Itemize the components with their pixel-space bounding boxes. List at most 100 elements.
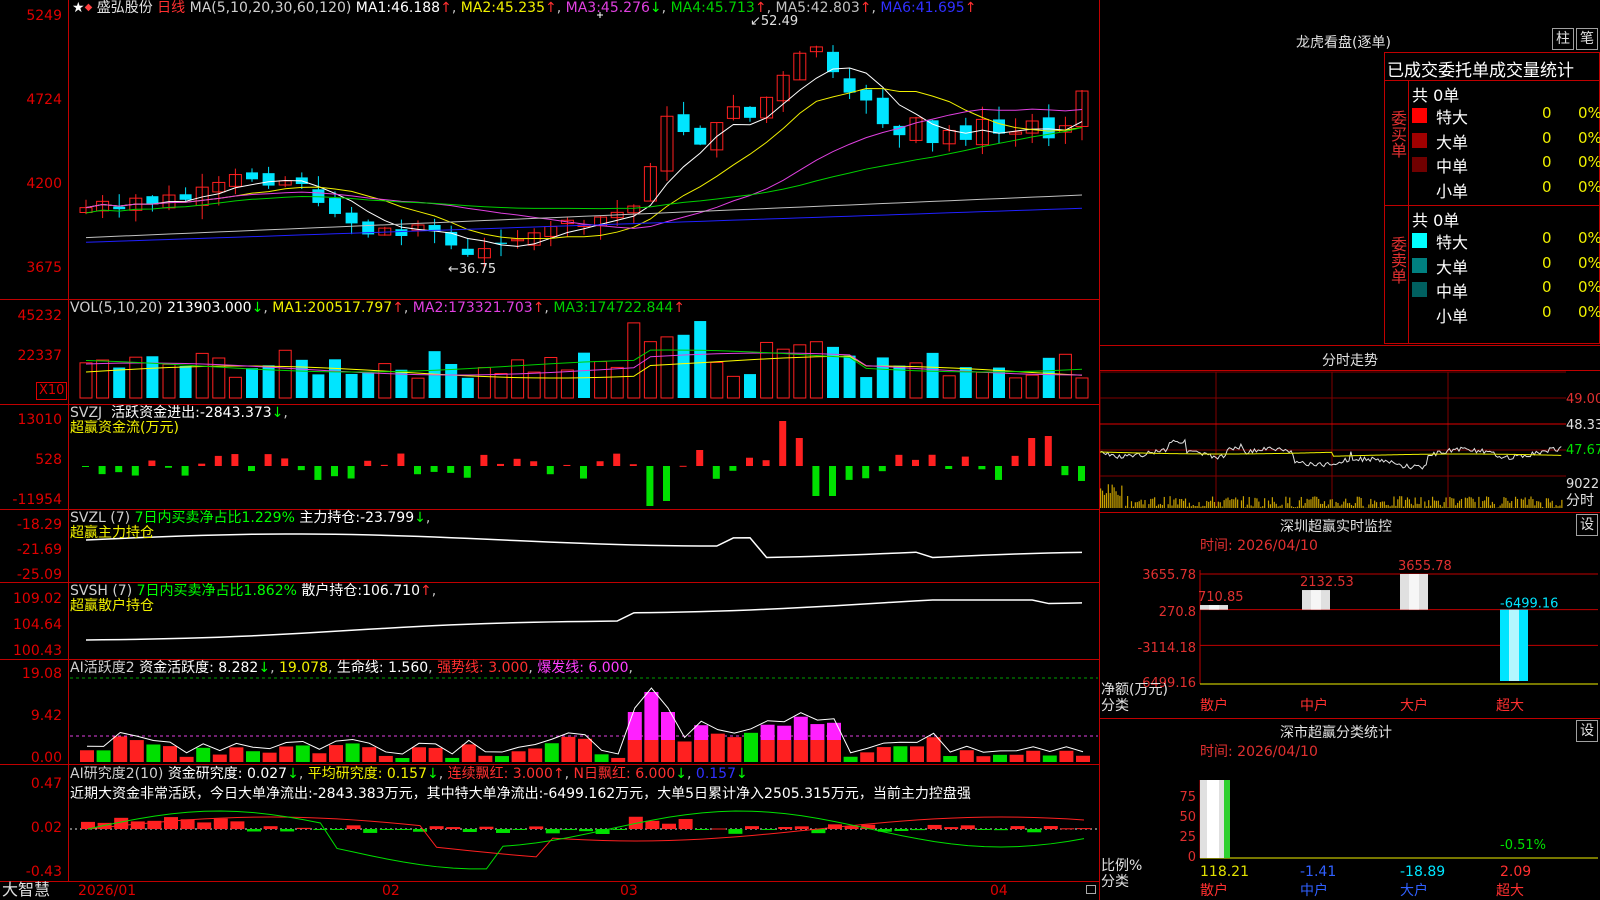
intraday-vol-bar — [1316, 496, 1318, 508]
intraday-vol-bar — [1291, 506, 1293, 508]
order-row-name: 小单 — [1436, 306, 1469, 326]
intraday-vol-bar — [1244, 507, 1246, 508]
intraday-vol-bar — [1370, 498, 1372, 508]
activity-bar-base — [627, 740, 642, 762]
money-flow-bar — [646, 466, 654, 506]
money-flow-bar — [148, 460, 156, 466]
research-bar — [994, 829, 1008, 831]
volume-bar — [578, 352, 590, 398]
money-flow-bar — [928, 454, 936, 466]
bar-value-label: 710.85 — [1198, 590, 1244, 605]
panel-divider — [1099, 0, 1100, 900]
intraday-vol-bar — [1211, 496, 1214, 508]
lock-icon[interactable] — [1086, 885, 1096, 894]
money-flow-bar — [679, 465, 687, 467]
intraday-vol-bar — [1252, 506, 1254, 508]
intraday-vol-bar — [1271, 497, 1273, 508]
research-bar — [927, 824, 942, 829]
activity-bar — [279, 746, 294, 762]
volume-bar — [843, 355, 856, 398]
activity-bar — [727, 737, 742, 762]
activity-bar-base — [694, 740, 709, 762]
vol-unit-badge[interactable]: X10 — [36, 382, 68, 400]
intraday-vol-bar — [1134, 502, 1136, 508]
order-row-pct: 0% — [1578, 104, 1600, 122]
volume-bar — [1058, 353, 1072, 399]
ratio-bar-edge — [1224, 780, 1230, 858]
y-tick: 13010 — [17, 412, 62, 428]
y-tick: 528 — [35, 452, 62, 468]
szcls-ylabel: 比例% — [1101, 858, 1143, 874]
intraday-vol-bar — [1208, 501, 1210, 508]
intraday-vol-bar — [1111, 484, 1113, 508]
intraday-vol-bar — [1482, 501, 1484, 508]
period-label[interactable]: 日线 — [157, 0, 185, 16]
money-flow-bar — [214, 455, 222, 466]
intraday-vol-bar — [1372, 504, 1374, 508]
intraday-vol-bar — [1352, 505, 1355, 508]
activity-bar — [677, 741, 692, 762]
money-flow-bar — [829, 466, 836, 496]
money-flow-bar — [779, 421, 787, 466]
szcls-settings-button[interactable]: 设 — [1576, 720, 1598, 742]
research-bar — [479, 826, 494, 829]
bar-mode-button[interactable]: 柱 — [1552, 28, 1574, 50]
intraday-vol-bar — [1549, 502, 1551, 508]
money-flow-bar — [380, 464, 388, 466]
volume-bar — [710, 361, 724, 399]
intraday-vol-bar — [1198, 502, 1200, 508]
stock-name[interactable]: 盛弘股份 — [97, 0, 153, 16]
activity-bar-base — [793, 740, 808, 762]
research-bar — [944, 827, 959, 829]
ma3-key: MA3: — [565, 0, 601, 16]
intraday-vol-bar — [1383, 501, 1385, 508]
intraday-vol-bar — [1528, 499, 1530, 508]
intraday-vol-bar — [1522, 499, 1524, 508]
money-flow-bar — [447, 466, 455, 473]
category-label: 中户 — [1300, 698, 1328, 714]
category-label: 中户 — [1300, 883, 1328, 899]
intraday-vol-bar — [1333, 506, 1335, 508]
intraday-vol-bar — [1514, 496, 1517, 508]
y-tick: -21.69 — [16, 542, 62, 558]
money-flow-bar — [945, 466, 953, 470]
activity-bar — [495, 756, 509, 762]
svsh-header: SVSH (7) 7日内买卖净占比1.862% 散户持仓:106.710↑, — [70, 583, 437, 599]
intraday-vol-bar — [1144, 500, 1146, 508]
volume-bar — [1042, 357, 1055, 398]
intraday-vol-bar — [1466, 498, 1468, 508]
vol-ma3: 174722.844 — [588, 300, 674, 316]
volume-bar — [378, 363, 392, 399]
intraday-title: 分时走势 — [1322, 353, 1378, 369]
activity-bar — [312, 753, 327, 762]
volume-bar — [312, 374, 325, 398]
money-flow-bar — [546, 466, 554, 475]
intraday-vol-bar — [1547, 498, 1549, 508]
activity-bar — [412, 747, 426, 762]
intraday-vol-bar — [1289, 497, 1291, 508]
research-bar — [346, 825, 361, 829]
intraday-vol-bar — [1179, 498, 1181, 508]
chart-canvas[interactable]: 710.85 2132.53 3655.78 -6499.16 — [0, 0, 1600, 900]
activity-bar-base — [810, 740, 825, 762]
intraday-vol-bar — [1125, 505, 1127, 508]
volume-bar — [411, 377, 425, 399]
y-tick: 19.08 — [21, 666, 62, 682]
money-flow-bar — [181, 466, 189, 476]
szmon-settings-button[interactable]: 设 — [1576, 514, 1598, 536]
order-row-name: 中单 — [1436, 282, 1469, 301]
ai1-value: 8.282 — [218, 660, 259, 676]
intraday-vol-bar — [1217, 501, 1219, 508]
research-bar — [379, 829, 394, 830]
volume-bar — [694, 321, 707, 398]
intraday-vol-bar — [1418, 504, 1420, 508]
ma1-key: MA1: — [355, 0, 392, 16]
intraday-vol-bar — [1347, 503, 1349, 508]
intraday-vol-bar — [1213, 501, 1216, 508]
tick-mode-button[interactable]: 笔 — [1576, 28, 1598, 50]
intraday-vol-bar — [1130, 501, 1133, 508]
intraday-vol-bar — [1441, 506, 1443, 508]
intraday-vol-bar — [1202, 505, 1204, 508]
intraday-vol-bar — [1152, 498, 1154, 508]
intraday-vol-bar — [1159, 503, 1162, 508]
